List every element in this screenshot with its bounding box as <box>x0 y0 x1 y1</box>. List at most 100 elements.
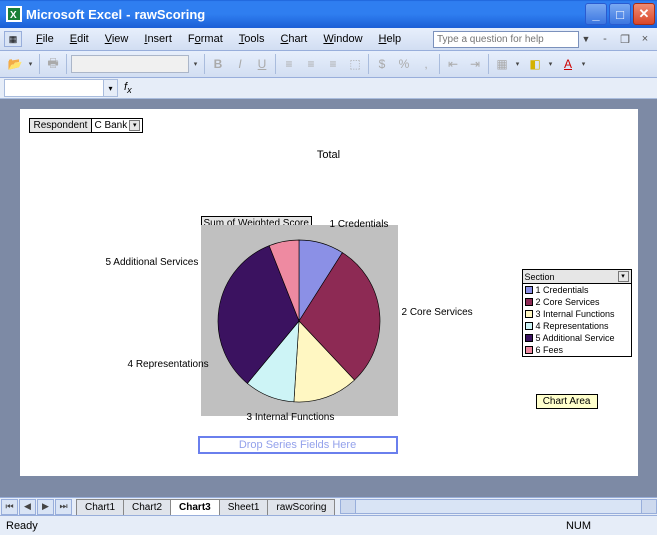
status-ready: Ready <box>6 520 38 532</box>
legend-label: 2 Core Services <box>536 297 600 307</box>
horizontal-scrollbar[interactable] <box>340 499 657 514</box>
slice-label-3: 3 Internal Functions <box>247 412 335 423</box>
currency-icon[interactable]: $ <box>371 53 393 75</box>
slice-label-2: 2 Core Services <box>402 307 473 318</box>
tab-chart3[interactable]: Chart3 <box>170 499 220 515</box>
italic-icon[interactable]: I <box>229 53 251 75</box>
legend-item[interactable]: 4 Representations <box>523 320 631 332</box>
workbook-restore-button[interactable]: ❐ <box>617 32 633 46</box>
font-name-selector[interactable] <box>71 55 189 73</box>
pivot-filter-dropdown-icon[interactable]: ▾ <box>129 120 140 131</box>
status-numlock: NUM <box>566 520 591 532</box>
print-icon[interactable]: 🖶 <box>42 53 64 75</box>
legend-item[interactable]: 5 Additional Service <box>523 332 631 344</box>
chart-area-tooltip: Chart Area <box>536 394 598 409</box>
legend-item[interactable]: 3 Internal Functions <box>523 308 631 320</box>
menu-edit[interactable]: Edit <box>62 33 97 45</box>
tab-sheet1[interactable]: Sheet1 <box>219 499 269 515</box>
menu-tools[interactable]: Tools <box>231 33 273 45</box>
pivot-filter-value-text: C Bank <box>94 119 127 132</box>
tab-chart2[interactable]: Chart2 <box>123 499 171 515</box>
pie-chart[interactable] <box>209 231 389 411</box>
status-bar: Ready NUM <box>0 515 657 535</box>
drop-series-zone[interactable]: Drop Series Fields Here <box>198 436 398 454</box>
legend-swatch <box>525 334 533 342</box>
sheet-tab-bar: ⏮ ◀ ▶ ⏭ Chart1 Chart2 Chart3 Sheet1 rawS… <box>0 497 657 515</box>
slice-label-5: 5 Additional Services <box>106 257 199 268</box>
legend-label: 6 Fees <box>536 345 564 355</box>
excel-icon: X <box>6 6 22 22</box>
pivot-filter-value[interactable]: C Bank ▾ <box>92 118 143 133</box>
workbook-control-icon[interactable]: ▦ <box>4 31 22 47</box>
window-title-bar: X Microsoft Excel - rawScoring _ □ ✕ <box>0 0 657 28</box>
help-dropdown-icon[interactable]: ▼ <box>579 31 593 48</box>
borders-dropdown-icon[interactable]: ▾ <box>513 60 522 68</box>
name-box-dropdown-icon[interactable]: ▾ <box>104 79 118 97</box>
menu-format[interactable]: Format <box>180 33 231 45</box>
menu-chart[interactable]: Chart <box>272 33 315 45</box>
legend-label: 4 Representations <box>536 321 609 331</box>
underline-icon[interactable]: U <box>251 53 273 75</box>
legend-item[interactable]: 1 Credentials <box>523 284 631 296</box>
fx-icon[interactable]: fx <box>124 81 132 95</box>
merge-center-icon[interactable]: ⬚ <box>344 53 366 75</box>
plot-area[interactable] <box>201 225 398 416</box>
legend[interactable]: Section ▾ 1 Credentials 2 Core Services3 … <box>522 269 632 357</box>
menu-view[interactable]: View <box>97 33 137 45</box>
legend-header[interactable]: Section ▾ <box>523 270 631 284</box>
menu-insert[interactable]: Insert <box>136 33 180 45</box>
chart-sheet[interactable]: Respondent C Bank ▾ Total Sum of Weighte… <box>20 109 638 476</box>
slice-label-4: 4 Representations <box>128 359 209 370</box>
app-name: Microsoft Excel <box>26 7 122 22</box>
fontcolor-dropdown-icon[interactable]: ▾ <box>579 60 588 68</box>
comma-icon[interactable]: , <box>415 53 437 75</box>
decrease-indent-icon[interactable]: ⇤ <box>442 53 464 75</box>
tab-nav-prev-icon[interactable]: ◀ <box>19 499 36 515</box>
window-close-button[interactable]: ✕ <box>633 3 655 25</box>
tab-nav-next-icon[interactable]: ▶ <box>37 499 54 515</box>
increase-indent-icon[interactable]: ⇥ <box>464 53 486 75</box>
menu-help[interactable]: Help <box>371 33 410 45</box>
tab-nav-first-icon[interactable]: ⏮ <box>1 499 18 515</box>
menu-file[interactable]: File <box>28 33 62 45</box>
open-icon[interactable]: 📂 <box>4 53 26 75</box>
align-right-icon[interactable]: ≡ <box>322 53 344 75</box>
legend-swatch <box>525 322 533 330</box>
align-center-icon[interactable]: ≡ <box>300 53 322 75</box>
legend-item[interactable]: 2 Core Services <box>523 296 631 308</box>
align-left-icon[interactable]: ≡ <box>278 53 300 75</box>
fill-color-icon[interactable]: ◧ <box>524 53 546 75</box>
borders-icon[interactable]: ▦ <box>491 53 513 75</box>
font-dropdown-icon[interactable]: ▾ <box>191 60 200 68</box>
bold-icon[interactable]: B <box>207 53 229 75</box>
percent-icon[interactable]: % <box>393 53 415 75</box>
font-color-icon[interactable]: A <box>557 53 579 75</box>
fill-dropdown-icon[interactable]: ▾ <box>546 60 555 68</box>
workbook-minimize-button[interactable]: - <box>597 32 613 46</box>
slice-label-1: 1 Credentials <box>330 219 389 230</box>
workspace: Respondent C Bank ▾ Total Sum of Weighte… <box>0 99 657 497</box>
tab-rawscoring[interactable]: rawScoring <box>267 499 335 515</box>
chart-title[interactable]: Total <box>20 149 638 161</box>
legend-swatch <box>525 346 533 354</box>
legend-swatch <box>525 286 533 294</box>
window-maximize-button[interactable]: □ <box>609 3 631 25</box>
pivot-page-field: Respondent C Bank ▾ <box>29 118 144 133</box>
name-box[interactable] <box>4 79 104 97</box>
help-search-input[interactable] <box>433 31 579 48</box>
workbook-close-button[interactable]: × <box>637 32 653 46</box>
menu-bar: ▦ File Edit View Insert Format Tools Cha… <box>0 28 657 51</box>
legend-item[interactable]: 6 Fees <box>523 344 631 356</box>
tab-chart1[interactable]: Chart1 <box>76 499 124 515</box>
open-dropdown-icon[interactable]: ▾ <box>26 60 35 68</box>
menu-file-label: ile <box>43 33 54 45</box>
legend-dropdown-icon[interactable]: ▾ <box>618 271 629 282</box>
legend-swatch <box>525 310 533 318</box>
tab-nav-last-icon[interactable]: ⏭ <box>55 499 72 515</box>
menu-window[interactable]: Window <box>315 33 370 45</box>
legend-label: 5 Additional Service <box>536 333 615 343</box>
pivot-filter-label: Respondent <box>29 118 93 133</box>
standard-toolbar: 📂▾ 🖶 ▾ B I U ≡ ≡ ≡ ⬚ $ % , ⇤ ⇥ ▦▾ ◧▾ A▾ <box>0 51 657 78</box>
legend-label: 1 Credentials <box>536 285 589 295</box>
window-minimize-button[interactable]: _ <box>585 3 607 25</box>
